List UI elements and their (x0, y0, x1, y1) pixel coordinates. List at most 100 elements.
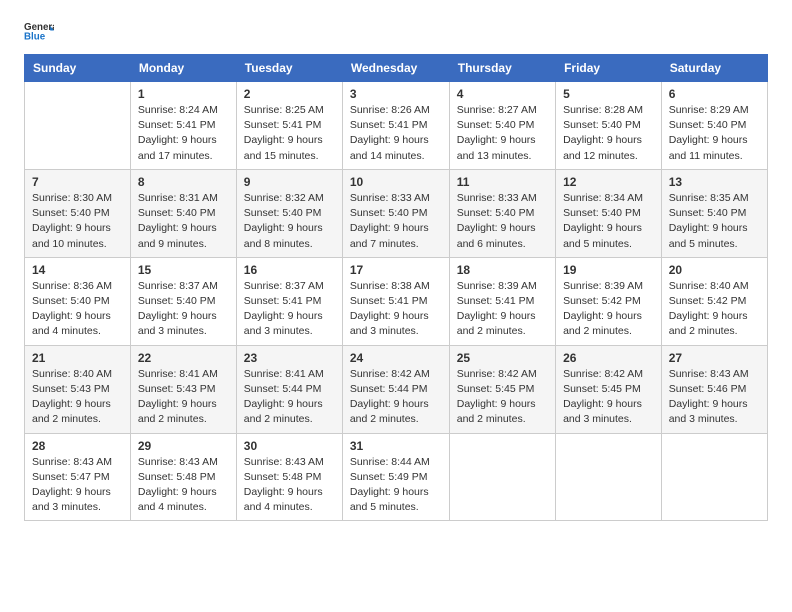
day-cell: 31 Sunrise: 8:44 AMSunset: 5:49 PMDayligh… (342, 433, 449, 521)
day-info: Sunrise: 8:24 AMSunset: 5:41 PMDaylight:… (138, 103, 229, 164)
day-cell: 11 Sunrise: 8:33 AMSunset: 5:40 PMDayligh… (449, 169, 555, 257)
day-cell: 13Sunrise: 8:35 AMSunset: 5:40 PMDayligh… (661, 169, 767, 257)
day-cell: 17 Sunrise: 8:38 AMSunset: 5:41 PMDayligh… (342, 257, 449, 345)
day-cell: 14Sunrise: 8:36 AMSunset: 5:40 PMDayligh… (25, 257, 131, 345)
column-header-sunday: Sunday (25, 55, 131, 82)
day-number: 20 (669, 263, 760, 277)
day-cell: 7 Sunrise: 8:30 AMSunset: 5:40 PMDaylight… (25, 169, 131, 257)
day-info: Sunrise: 8:43 AMSunset: 5:48 PMDaylight:… (138, 455, 229, 516)
day-info: Sunrise: 8:40 AMSunset: 5:42 PMDaylight:… (669, 279, 760, 340)
day-info: Sunrise: 8:43 AMSunset: 5:48 PMDaylight:… (244, 455, 335, 516)
day-cell: 15Sunrise: 8:37 AMSunset: 5:40 PMDayligh… (130, 257, 236, 345)
day-number: 3 (350, 87, 442, 101)
day-info: Sunrise: 8:41 AMSunset: 5:43 PMDaylight:… (138, 367, 229, 428)
day-number: 22 (138, 351, 229, 365)
day-info: Sunrise: 8:38 AMSunset: 5:41 PMDaylight:… (350, 279, 442, 340)
day-number: 7 (32, 175, 123, 189)
day-cell: 23Sunrise: 8:41 AMSunset: 5:44 PMDayligh… (236, 345, 342, 433)
day-cell: 1 Sunrise: 8:24 AMSunset: 5:41 PMDaylight… (130, 82, 236, 170)
day-cell: 10Sunrise: 8:33 AMSunset: 5:40 PMDayligh… (342, 169, 449, 257)
day-info: Sunrise: 8:34 AMSunset: 5:40 PMDaylight:… (563, 191, 654, 252)
day-number: 15 (138, 263, 229, 277)
day-info: Sunrise: 8:26 AMSunset: 5:41 PMDaylight:… (350, 103, 442, 164)
day-number: 10 (350, 175, 442, 189)
column-header-tuesday: Tuesday (236, 55, 342, 82)
week-row-4: 21 Sunrise: 8:40 AMSunset: 5:43 PMDayligh… (25, 345, 768, 433)
day-number: 11 (457, 175, 548, 189)
day-number: 5 (563, 87, 654, 101)
day-cell: 27Sunrise: 8:43 AMSunset: 5:46 PMDayligh… (661, 345, 767, 433)
column-header-friday: Friday (556, 55, 662, 82)
day-number: 24 (350, 351, 442, 365)
day-number: 2 (244, 87, 335, 101)
week-row-1: 1 Sunrise: 8:24 AMSunset: 5:41 PMDaylight… (25, 82, 768, 170)
day-number: 13 (669, 175, 760, 189)
day-cell: 30 Sunrise: 8:43 AMSunset: 5:48 PMDayligh… (236, 433, 342, 521)
week-row-5: 28 Sunrise: 8:43 AMSunset: 5:47 PMDayligh… (25, 433, 768, 521)
calendar-table: SundayMondayTuesdayWednesdayThursdayFrid… (24, 54, 768, 521)
day-info: Sunrise: 8:31 AMSunset: 5:40 PMDaylight:… (138, 191, 229, 252)
day-number: 19 (563, 263, 654, 277)
svg-text:Blue: Blue (24, 32, 46, 43)
day-cell: 25Sunrise: 8:42 AMSunset: 5:45 PMDayligh… (449, 345, 555, 433)
day-number: 21 (32, 351, 123, 365)
day-info: Sunrise: 8:39 AMSunset: 5:41 PMDaylight:… (457, 279, 548, 340)
day-number: 17 (350, 263, 442, 277)
day-number: 23 (244, 351, 335, 365)
day-cell: 5Sunrise: 8:28 AMSunset: 5:40 PMDaylight… (556, 82, 662, 170)
day-cell: 9 Sunrise: 8:32 AMSunset: 5:40 PMDaylight… (236, 169, 342, 257)
day-cell: 21 Sunrise: 8:40 AMSunset: 5:43 PMDayligh… (25, 345, 131, 433)
day-number: 28 (32, 439, 123, 453)
day-info: Sunrise: 8:39 AMSunset: 5:42 PMDaylight:… (563, 279, 654, 340)
day-info: Sunrise: 8:40 AMSunset: 5:43 PMDaylight:… (32, 367, 123, 428)
day-cell: 20 Sunrise: 8:40 AMSunset: 5:42 PMDayligh… (661, 257, 767, 345)
day-number: 16 (244, 263, 335, 277)
day-cell: 4Sunrise: 8:27 AMSunset: 5:40 PMDaylight… (449, 82, 555, 170)
day-info: Sunrise: 8:30 AMSunset: 5:40 PMDaylight:… (32, 191, 123, 252)
day-number: 30 (244, 439, 335, 453)
column-header-saturday: Saturday (661, 55, 767, 82)
day-cell: 16 Sunrise: 8:37 AMSunset: 5:41 PMDayligh… (236, 257, 342, 345)
day-info: Sunrise: 8:27 AMSunset: 5:40 PMDaylight:… (457, 103, 548, 164)
day-cell: 6 Sunrise: 8:29 AMSunset: 5:40 PMDaylight… (661, 82, 767, 170)
day-info: Sunrise: 8:37 AMSunset: 5:41 PMDaylight:… (244, 279, 335, 340)
day-number: 25 (457, 351, 548, 365)
day-number: 8 (138, 175, 229, 189)
day-cell: 12 Sunrise: 8:34 AMSunset: 5:40 PMDayligh… (556, 169, 662, 257)
day-info: Sunrise: 8:32 AMSunset: 5:40 PMDaylight:… (244, 191, 335, 252)
day-info: Sunrise: 8:25 AMSunset: 5:41 PMDaylight:… (244, 103, 335, 164)
day-cell: 26 Sunrise: 8:42 AMSunset: 5:45 PMDayligh… (556, 345, 662, 433)
day-cell (556, 433, 662, 521)
day-number: 18 (457, 263, 548, 277)
day-info: Sunrise: 8:42 AMSunset: 5:44 PMDaylight:… (350, 367, 442, 428)
day-cell: 2 Sunrise: 8:25 AMSunset: 5:41 PMDaylight… (236, 82, 342, 170)
day-cell (25, 82, 131, 170)
day-cell (661, 433, 767, 521)
day-number: 29 (138, 439, 229, 453)
day-cell: 22 Sunrise: 8:41 AMSunset: 5:43 PMDayligh… (130, 345, 236, 433)
day-cell: 24 Sunrise: 8:42 AMSunset: 5:44 PMDayligh… (342, 345, 449, 433)
week-row-3: 14Sunrise: 8:36 AMSunset: 5:40 PMDayligh… (25, 257, 768, 345)
day-info: Sunrise: 8:33 AMSunset: 5:40 PMDaylight:… (457, 191, 548, 252)
day-number: 27 (669, 351, 760, 365)
day-info: Sunrise: 8:42 AMSunset: 5:45 PMDaylight:… (563, 367, 654, 428)
day-number: 1 (138, 87, 229, 101)
day-cell (449, 433, 555, 521)
day-info: Sunrise: 8:29 AMSunset: 5:40 PMDaylight:… (669, 103, 760, 164)
day-cell: 3 Sunrise: 8:26 AMSunset: 5:41 PMDaylight… (342, 82, 449, 170)
day-number: 26 (563, 351, 654, 365)
header: General Blue (24, 20, 768, 44)
day-info: Sunrise: 8:43 AMSunset: 5:47 PMDaylight:… (32, 455, 123, 516)
day-cell: 8 Sunrise: 8:31 AMSunset: 5:40 PMDaylight… (130, 169, 236, 257)
day-number: 6 (669, 87, 760, 101)
day-info: Sunrise: 8:44 AMSunset: 5:49 PMDaylight:… (350, 455, 442, 516)
day-number: 9 (244, 175, 335, 189)
day-number: 31 (350, 439, 442, 453)
column-header-thursday: Thursday (449, 55, 555, 82)
logo: General Blue (24, 20, 54, 44)
day-cell: 18 Sunrise: 8:39 AMSunset: 5:41 PMDayligh… (449, 257, 555, 345)
logo-icon: General Blue (24, 20, 54, 44)
day-number: 12 (563, 175, 654, 189)
day-cell: 19 Sunrise: 8:39 AMSunset: 5:42 PMDayligh… (556, 257, 662, 345)
day-cell: 28 Sunrise: 8:43 AMSunset: 5:47 PMDayligh… (25, 433, 131, 521)
